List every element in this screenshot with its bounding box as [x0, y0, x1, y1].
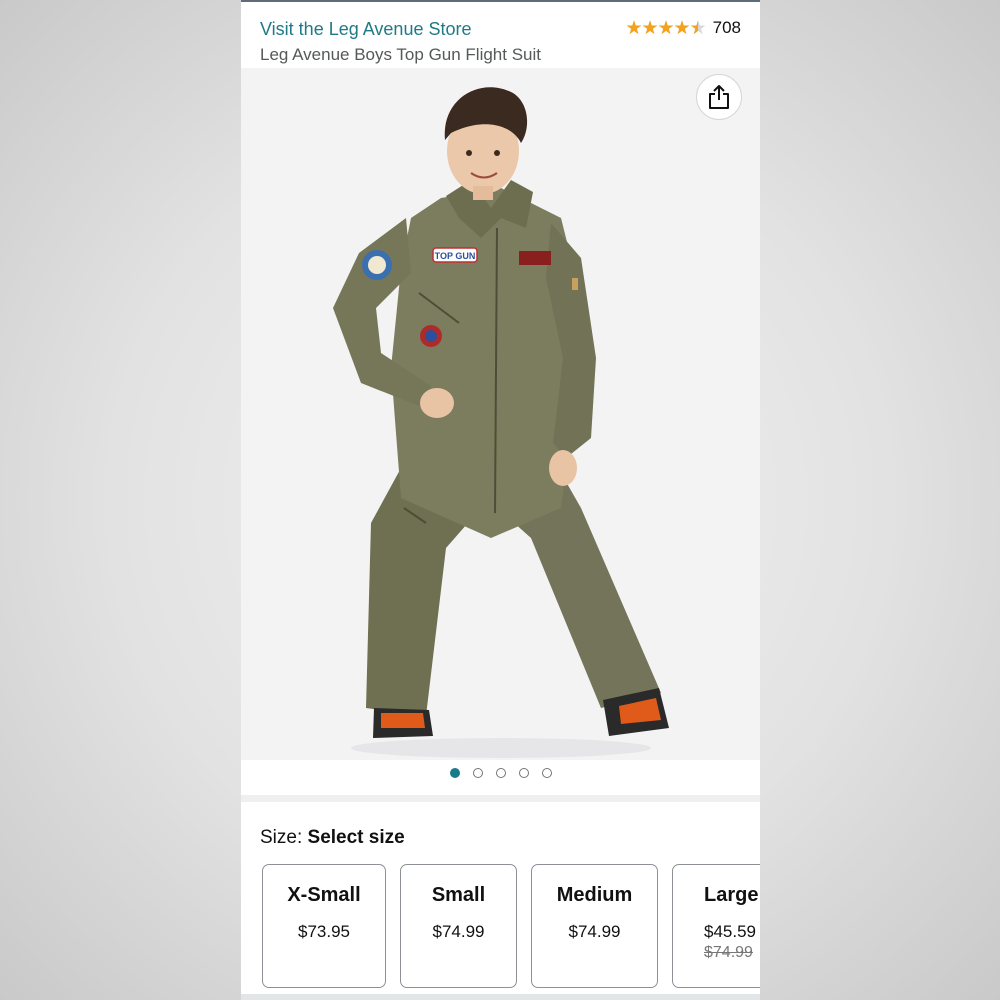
name-patch	[519, 251, 551, 265]
size-option-price: $45.59	[704, 922, 756, 941]
right-eye	[494, 150, 500, 156]
rating-count: 708	[712, 18, 741, 37]
left-hand	[420, 388, 454, 418]
product-photo: TOP GUN	[333, 87, 669, 758]
star-rating-filled: ★★★★★	[625, 18, 697, 38]
size-option-name: X-Small	[287, 884, 361, 906]
right-hand	[549, 450, 577, 486]
size-option-name: Large	[704, 884, 759, 906]
size-option-medium[interactable]: Medium $74.99	[531, 864, 658, 988]
share-icon	[709, 85, 729, 109]
left-eye	[466, 150, 472, 156]
size-option-large[interactable]: Large $45.59 $74.99	[672, 864, 760, 988]
product-image-gallery[interactable]: TOP GUN	[241, 68, 760, 760]
pagination-dot[interactable]	[495, 768, 506, 778]
bottom-divider	[241, 994, 760, 1000]
section-divider	[241, 795, 760, 802]
pagination-dot[interactable]	[541, 768, 552, 778]
size-option-price: $74.99	[432, 922, 485, 941]
patch-text: TOP GUN	[435, 251, 476, 261]
star-rating-icon: ★★★★★ ★★★★★	[625, 18, 706, 38]
size-option-small[interactable]: Small $74.99	[400, 864, 517, 988]
size-label: Size: Select size	[260, 827, 405, 849]
size-label-prefix: Size:	[260, 827, 308, 848]
pagination-dot[interactable]	[472, 768, 483, 778]
gallery-pagination[interactable]	[241, 768, 760, 778]
size-option-price: $74.99	[568, 922, 621, 941]
flag-patch	[572, 278, 578, 290]
neck	[473, 186, 493, 200]
pagination-dot[interactable]	[518, 768, 529, 778]
size-option-list-price: $74.99	[704, 944, 753, 961]
store-link[interactable]: Visit the Leg Avenue Store	[260, 19, 472, 40]
rating-summary[interactable]: ★★★★★ ★★★★★ 708	[625, 18, 741, 38]
share-button[interactable]	[696, 74, 742, 120]
size-option-x-small[interactable]: X-Small $73.95	[262, 864, 386, 988]
size-selected-value: Select size	[307, 827, 405, 848]
pagination-dot[interactable]	[449, 768, 460, 778]
floor-shadow	[351, 738, 651, 758]
top-border	[241, 0, 760, 2]
size-option-name: Small	[431, 884, 486, 906]
size-option-name: Medium	[556, 884, 633, 906]
product-page: Visit the Leg Avenue Store ★★★★★ ★★★★★ 7…	[241, 0, 760, 1000]
product-title: Leg Avenue Boys Top Gun Flight Suit	[260, 45, 542, 64]
size-option-price: $73.95	[298, 922, 350, 941]
